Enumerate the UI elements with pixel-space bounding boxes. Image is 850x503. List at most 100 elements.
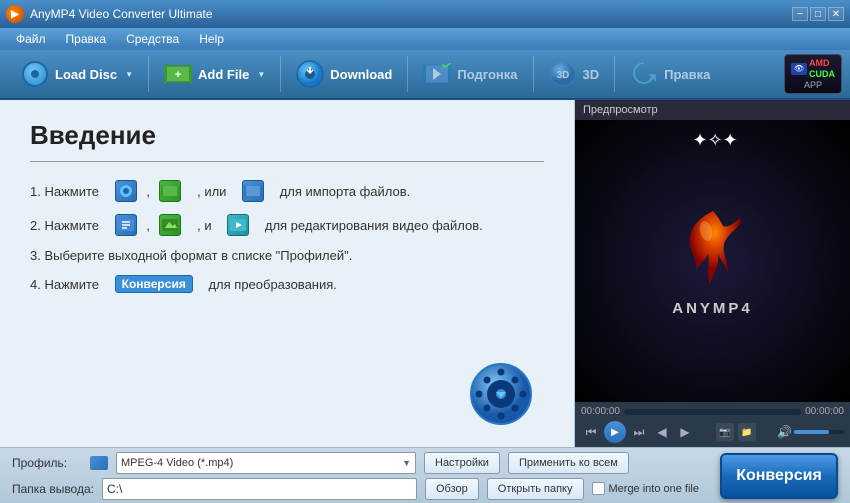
sep4 [533, 56, 534, 92]
fix-icon [630, 60, 658, 88]
sep5 [614, 56, 615, 92]
amd-label: AMD [809, 58, 835, 68]
load-disc-icon [21, 60, 49, 88]
extra-controls: 📷 📁 [716, 423, 756, 441]
title-bar-left: ▶ AnyMP4 Video Converter Ultimate [6, 5, 213, 23]
screenshot-button[interactable]: 📷 [716, 423, 734, 441]
profile-icon [90, 456, 108, 470]
close-button[interactable]: ✕ [828, 7, 844, 21]
apply-all-button[interactable]: Применить ко всем [508, 452, 629, 474]
sparkles-icon: ✦✧✦ [693, 130, 738, 151]
step2-text: 2. Нажмите [30, 218, 99, 233]
skip-start-button[interactable]: ⏮ [581, 422, 601, 442]
control-row: ⏮ ▶ ⏭ ◀ ▶ 📷 📁 🔊 [581, 421, 844, 443]
film-reel-decoration [469, 362, 534, 432]
svg-text:3D: 3D [556, 70, 569, 81]
load-disc-arrow: ▼ [125, 70, 133, 79]
threed-label: 3D [583, 67, 600, 82]
browse-button[interactable]: Обзор [425, 478, 479, 500]
svg-text:+: + [175, 69, 181, 81]
menu-edit[interactable]: Правка [58, 30, 115, 48]
step2-mid: , и [197, 218, 212, 233]
eye-icon: 👁 [791, 63, 807, 75]
add-file-arrow: ▼ [257, 70, 265, 79]
sep3 [407, 56, 408, 92]
threed-button[interactable]: 3D 3D [536, 54, 613, 94]
step4-pre: 4. Нажмите [30, 277, 99, 292]
prev-frame-button[interactable]: ◀ [652, 422, 672, 442]
intro-title: Введение [30, 120, 544, 151]
step1-icon2 [159, 180, 181, 202]
edit-icon [423, 60, 451, 88]
step2-icon2 [159, 214, 181, 236]
merge-checkbox[interactable]: Merge into one file [592, 482, 700, 495]
settings-button[interactable]: Настройки [424, 452, 500, 474]
profile-select[interactable]: MPEG-4 Video (*.mp4) ▼ [116, 452, 416, 474]
open-folder-button[interactable]: Открыть папку [487, 478, 584, 500]
menu-tools[interactable]: Средства [118, 30, 187, 48]
step4-post: для преобразования. [208, 277, 336, 292]
download-button[interactable]: Download [283, 54, 405, 94]
convert-button[interactable]: Конверсия [720, 453, 838, 499]
edit-button[interactable]: Подгонка [410, 54, 530, 94]
window-title: AnyMP4 Video Converter Ultimate [30, 7, 213, 21]
time-start: 00:00:00 [581, 406, 620, 417]
app-label: APP [804, 80, 822, 90]
volume-fill [794, 430, 829, 434]
volume-control: 🔊 [777, 425, 844, 439]
output-label: Папка вывода: [12, 482, 94, 496]
preview-label: Предпросмотр [575, 100, 850, 120]
main-area: Введение 1. Нажмите , , или для импорта … [0, 100, 850, 447]
intro-step2: 2. Нажмите , , и для редактирования виде… [30, 214, 544, 236]
next-frame-button[interactable]: ▶ [675, 422, 695, 442]
video-controls: 00:00:00 00:00:00 ⏮ ▶ ⏭ ◀ ▶ 📷 📁 [575, 402, 850, 447]
step1-icon3 [242, 180, 264, 202]
step2-icon1 [115, 214, 137, 236]
app-icon: ▶ [6, 5, 24, 23]
maximize-button[interactable]: □ [810, 7, 826, 21]
intro-step3: 3. Выберите выходной формат в списке "Пр… [30, 248, 544, 263]
amd-cuda-badge: 👁 AMD CUDA APP [784, 54, 842, 94]
load-disc-button[interactable]: Load Disc ▼ [8, 54, 146, 94]
fix-button[interactable]: Правка [617, 54, 723, 94]
merge-checkbox-box[interactable] [592, 482, 605, 495]
step1-mid: , или [197, 184, 226, 199]
profile-label: Профиль: [12, 456, 82, 470]
output-value: C:\ [107, 482, 122, 496]
title-bar-controls: − □ ✕ [792, 7, 844, 21]
title-bar: ▶ AnyMP4 Video Converter Ultimate − □ ✕ [0, 0, 850, 28]
volume-bar[interactable] [794, 430, 844, 434]
intro-panel: Введение 1. Нажмите , , или для импорта … [0, 100, 575, 447]
intro-step4: 4. Нажмите Конверсия для преобразования. [30, 275, 544, 293]
output-row: Папка вывода: C:\ Обзор Открыть папку Me… [12, 478, 838, 500]
volume-icon: 🔊 [777, 425, 792, 439]
step3-text: 3. Выберите выходной формат в списке "Пр… [30, 248, 352, 263]
sep1 [148, 56, 149, 92]
step2-icon3 [227, 214, 249, 236]
menu-help[interactable]: Help [191, 30, 232, 48]
progress-bar[interactable] [624, 409, 801, 415]
preview-panel: Предпросмотр ✦✧✦ [575, 100, 850, 447]
play-button[interactable]: ▶ [604, 421, 626, 443]
load-disc-label: Load Disc [55, 67, 117, 82]
merge-label: Merge into one file [609, 483, 700, 495]
add-file-button[interactable]: + Add File ▼ [151, 54, 278, 94]
brand-name: ANYMP4 [672, 300, 753, 317]
folder-button[interactable]: 📁 [738, 423, 756, 441]
toolbar: Load Disc ▼ + Add File ▼ [0, 50, 850, 100]
edit-label: Подгонка [457, 67, 517, 82]
progress-row: 00:00:00 00:00:00 [581, 406, 844, 417]
output-path-input[interactable]: C:\ [102, 478, 417, 500]
download-icon [296, 60, 324, 88]
konversiya-badge: Конверсия [115, 275, 193, 293]
time-end: 00:00:00 [805, 406, 844, 417]
minimize-button[interactable]: − [792, 7, 808, 21]
step1-text: 1. Нажмите [30, 184, 99, 199]
add-file-label: Add File [198, 67, 249, 82]
skip-end-button[interactable]: ⏭ [629, 422, 649, 442]
download-label: Download [330, 67, 392, 82]
anymp4-logo: ANYMP4 [668, 206, 758, 317]
bottom-bar: Профиль: MPEG-4 Video (*.mp4) ▼ Настройк… [0, 447, 850, 503]
step1-icon1 [115, 180, 137, 202]
menu-file[interactable]: Файл [8, 30, 54, 48]
